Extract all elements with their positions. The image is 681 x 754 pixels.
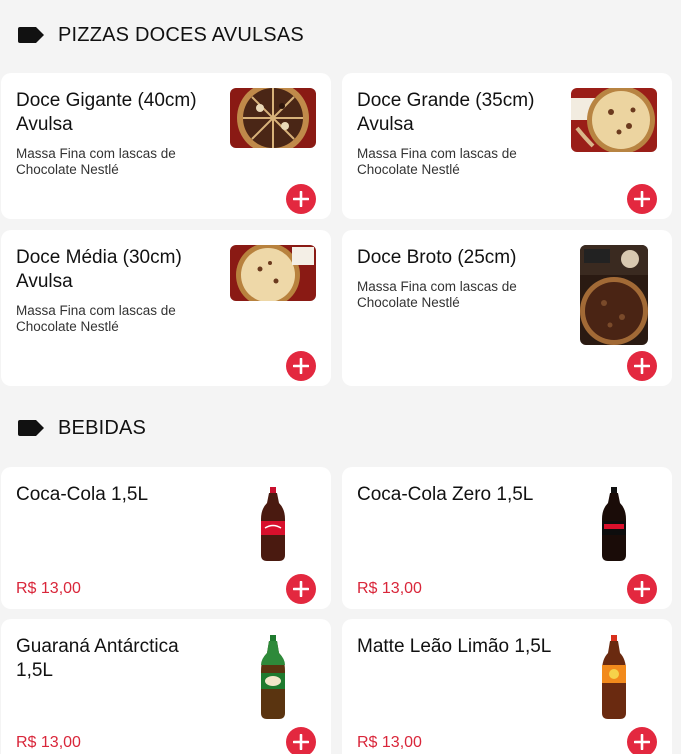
product-image [230,245,316,301]
product-title: Doce Gigante (40cm) Avulsa [16,90,197,135]
product-price: R$ 13,00 [357,580,422,597]
tag-icon [18,420,44,436]
product-description: Massa Fina com lascas de Chocolate Nestl… [357,279,517,310]
product-title: Coca-Cola 1,5L [16,484,149,505]
product-image [600,487,628,566]
product-image [600,635,628,724]
product-card-coca-cola[interactable]: Coca-Cola 1,5L R$ 13,00 [1,467,331,609]
add-to-cart-button[interactable] [286,351,316,381]
add-to-cart-button[interactable] [627,574,657,604]
product-price: R$ 13,00 [16,580,81,597]
product-card-doce-media[interactable]: Doce Média (30cm) Avulsa Massa Fina com … [1,230,331,386]
add-to-cart-button[interactable] [627,727,657,754]
plus-icon [634,358,650,374]
add-to-cart-button[interactable] [627,184,657,214]
add-to-cart-button[interactable] [286,727,316,754]
section-title: BEBIDAS [58,416,147,439]
product-description: Massa Fina com lascas de Chocolate Nestl… [16,303,176,334]
plus-icon [634,734,650,750]
product-image [571,88,657,152]
section-header-bebidas: BEBIDAS [18,413,146,443]
product-title: Guaraná Antárctica 1,5L [16,636,179,681]
product-title: Doce Grande (35cm) Avulsa [357,90,535,135]
product-image [259,487,287,566]
product-description: Massa Fina com lascas de Chocolate Nestl… [357,146,517,177]
section-header-pizzas: PIZZAS DOCES AVULSAS [18,20,304,50]
product-title: Doce Broto (25cm) [357,247,517,268]
product-card-matte-leao[interactable]: Matte Leão Limão 1,5L R$ 13,00 [342,619,672,754]
add-to-cart-button[interactable] [627,351,657,381]
product-card-doce-gigante[interactable]: Doce Gigante (40cm) Avulsa Massa Fina co… [1,73,331,219]
plus-icon [293,734,309,750]
product-image [580,245,648,345]
section-title: PIZZAS DOCES AVULSAS [58,23,304,46]
add-to-cart-button[interactable] [286,184,316,214]
product-title: Coca-Cola Zero 1,5L [357,484,534,505]
plus-icon [293,358,309,374]
plus-icon [634,581,650,597]
plus-icon [293,581,309,597]
add-to-cart-button[interactable] [286,574,316,604]
product-title: Matte Leão Limão 1,5L [357,636,552,657]
plus-icon [634,191,650,207]
tag-icon [18,27,44,43]
product-price: R$ 13,00 [16,734,81,751]
product-image [259,635,287,724]
product-card-coca-cola-zero[interactable]: Coca-Cola Zero 1,5L R$ 13,00 [342,467,672,609]
product-card-guarana[interactable]: Guaraná Antárctica 1,5L R$ 13,00 [1,619,331,754]
plus-icon [293,191,309,207]
product-title: Doce Média (30cm) Avulsa [16,247,182,292]
product-card-doce-grande[interactable]: Doce Grande (35cm) Avulsa Massa Fina com… [342,73,672,219]
product-description: Massa Fina com lascas de Chocolate Nestl… [16,146,176,177]
product-card-doce-broto[interactable]: Doce Broto (25cm) Massa Fina com lascas … [342,230,672,386]
product-price: R$ 13,00 [357,734,422,751]
product-image [230,88,316,148]
